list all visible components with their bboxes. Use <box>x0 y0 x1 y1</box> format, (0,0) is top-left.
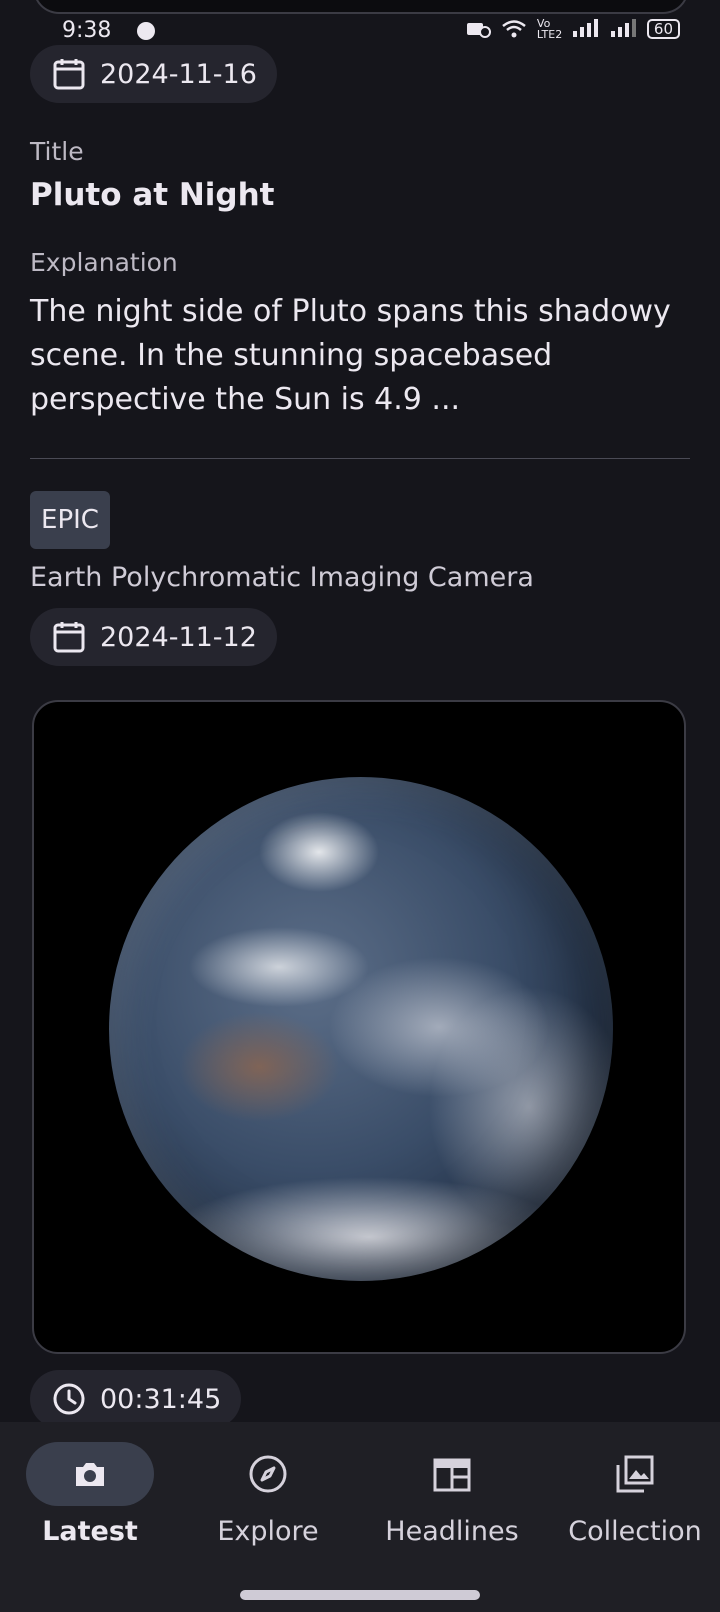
network-label: Vo LTE2 <box>536 17 563 41</box>
earth-globe <box>109 777 613 1281</box>
signal-icon-2 <box>610 19 636 37</box>
apod-date-chip[interactable]: 2024-11-16 <box>30 45 277 103</box>
nav-label-latest: Latest <box>42 1516 138 1547</box>
section-divider <box>30 458 690 459</box>
epic-earth-image[interactable] <box>32 700 686 1354</box>
calendar-icon <box>53 59 85 90</box>
battery-indicator: 60 <box>646 19 680 39</box>
nav-pill <box>204 1442 332 1506</box>
nav-pill <box>388 1442 516 1506</box>
epic-subtitle: Earth Polychromatic Imaging Camera <box>30 562 534 593</box>
nav-label-headlines: Headlines <box>385 1516 519 1547</box>
status-icons: Vo LTE2 60 <box>465 18 680 40</box>
compass-icon <box>249 1455 287 1493</box>
clock-icon <box>53 1383 85 1415</box>
epic-date: 2024-11-12 <box>100 621 257 653</box>
nav-item-latest[interactable]: Latest <box>0 1442 180 1562</box>
notification-icon <box>137 22 155 40</box>
nav-label-explore: Explore <box>217 1516 319 1547</box>
home-indicator[interactable] <box>240 1590 480 1600</box>
mute-icon <box>466 23 491 38</box>
epic-time: 00:31:45 <box>100 1383 222 1415</box>
camera-icon <box>76 1463 104 1486</box>
previous-card-edge <box>33 0 689 14</box>
nav-label-collection: Collection <box>568 1516 702 1547</box>
apod-explanation[interactable]: The night side of Pluto spans this shado… <box>30 290 695 422</box>
bottom-navigation: Latest Explore Headlines Collection <box>0 1422 720 1612</box>
apod-date: 2024-11-16 <box>100 58 257 90</box>
photo-library-icon <box>616 1455 654 1493</box>
nav-item-collection[interactable]: Collection <box>545 1442 720 1562</box>
nav-pill <box>26 1442 154 1506</box>
explanation-label: Explanation <box>30 248 178 277</box>
nav-pill <box>571 1442 699 1506</box>
status-time: 9:38 <box>62 18 112 43</box>
title-label: Title <box>30 137 84 166</box>
epic-badge: EPIC <box>30 491 110 549</box>
signal-icon <box>572 19 598 37</box>
apod-title: Pluto at Night <box>30 177 275 213</box>
calendar-icon <box>53 622 85 653</box>
wifi-icon <box>502 20 526 38</box>
nav-item-explore[interactable]: Explore <box>178 1442 358 1562</box>
epic-time-chip[interactable]: 00:31:45 <box>30 1370 242 1428</box>
nav-item-headlines[interactable]: Headlines <box>362 1442 542 1562</box>
newspaper-icon <box>433 1458 471 1492</box>
epic-date-chip[interactable]: 2024-11-12 <box>30 608 277 666</box>
